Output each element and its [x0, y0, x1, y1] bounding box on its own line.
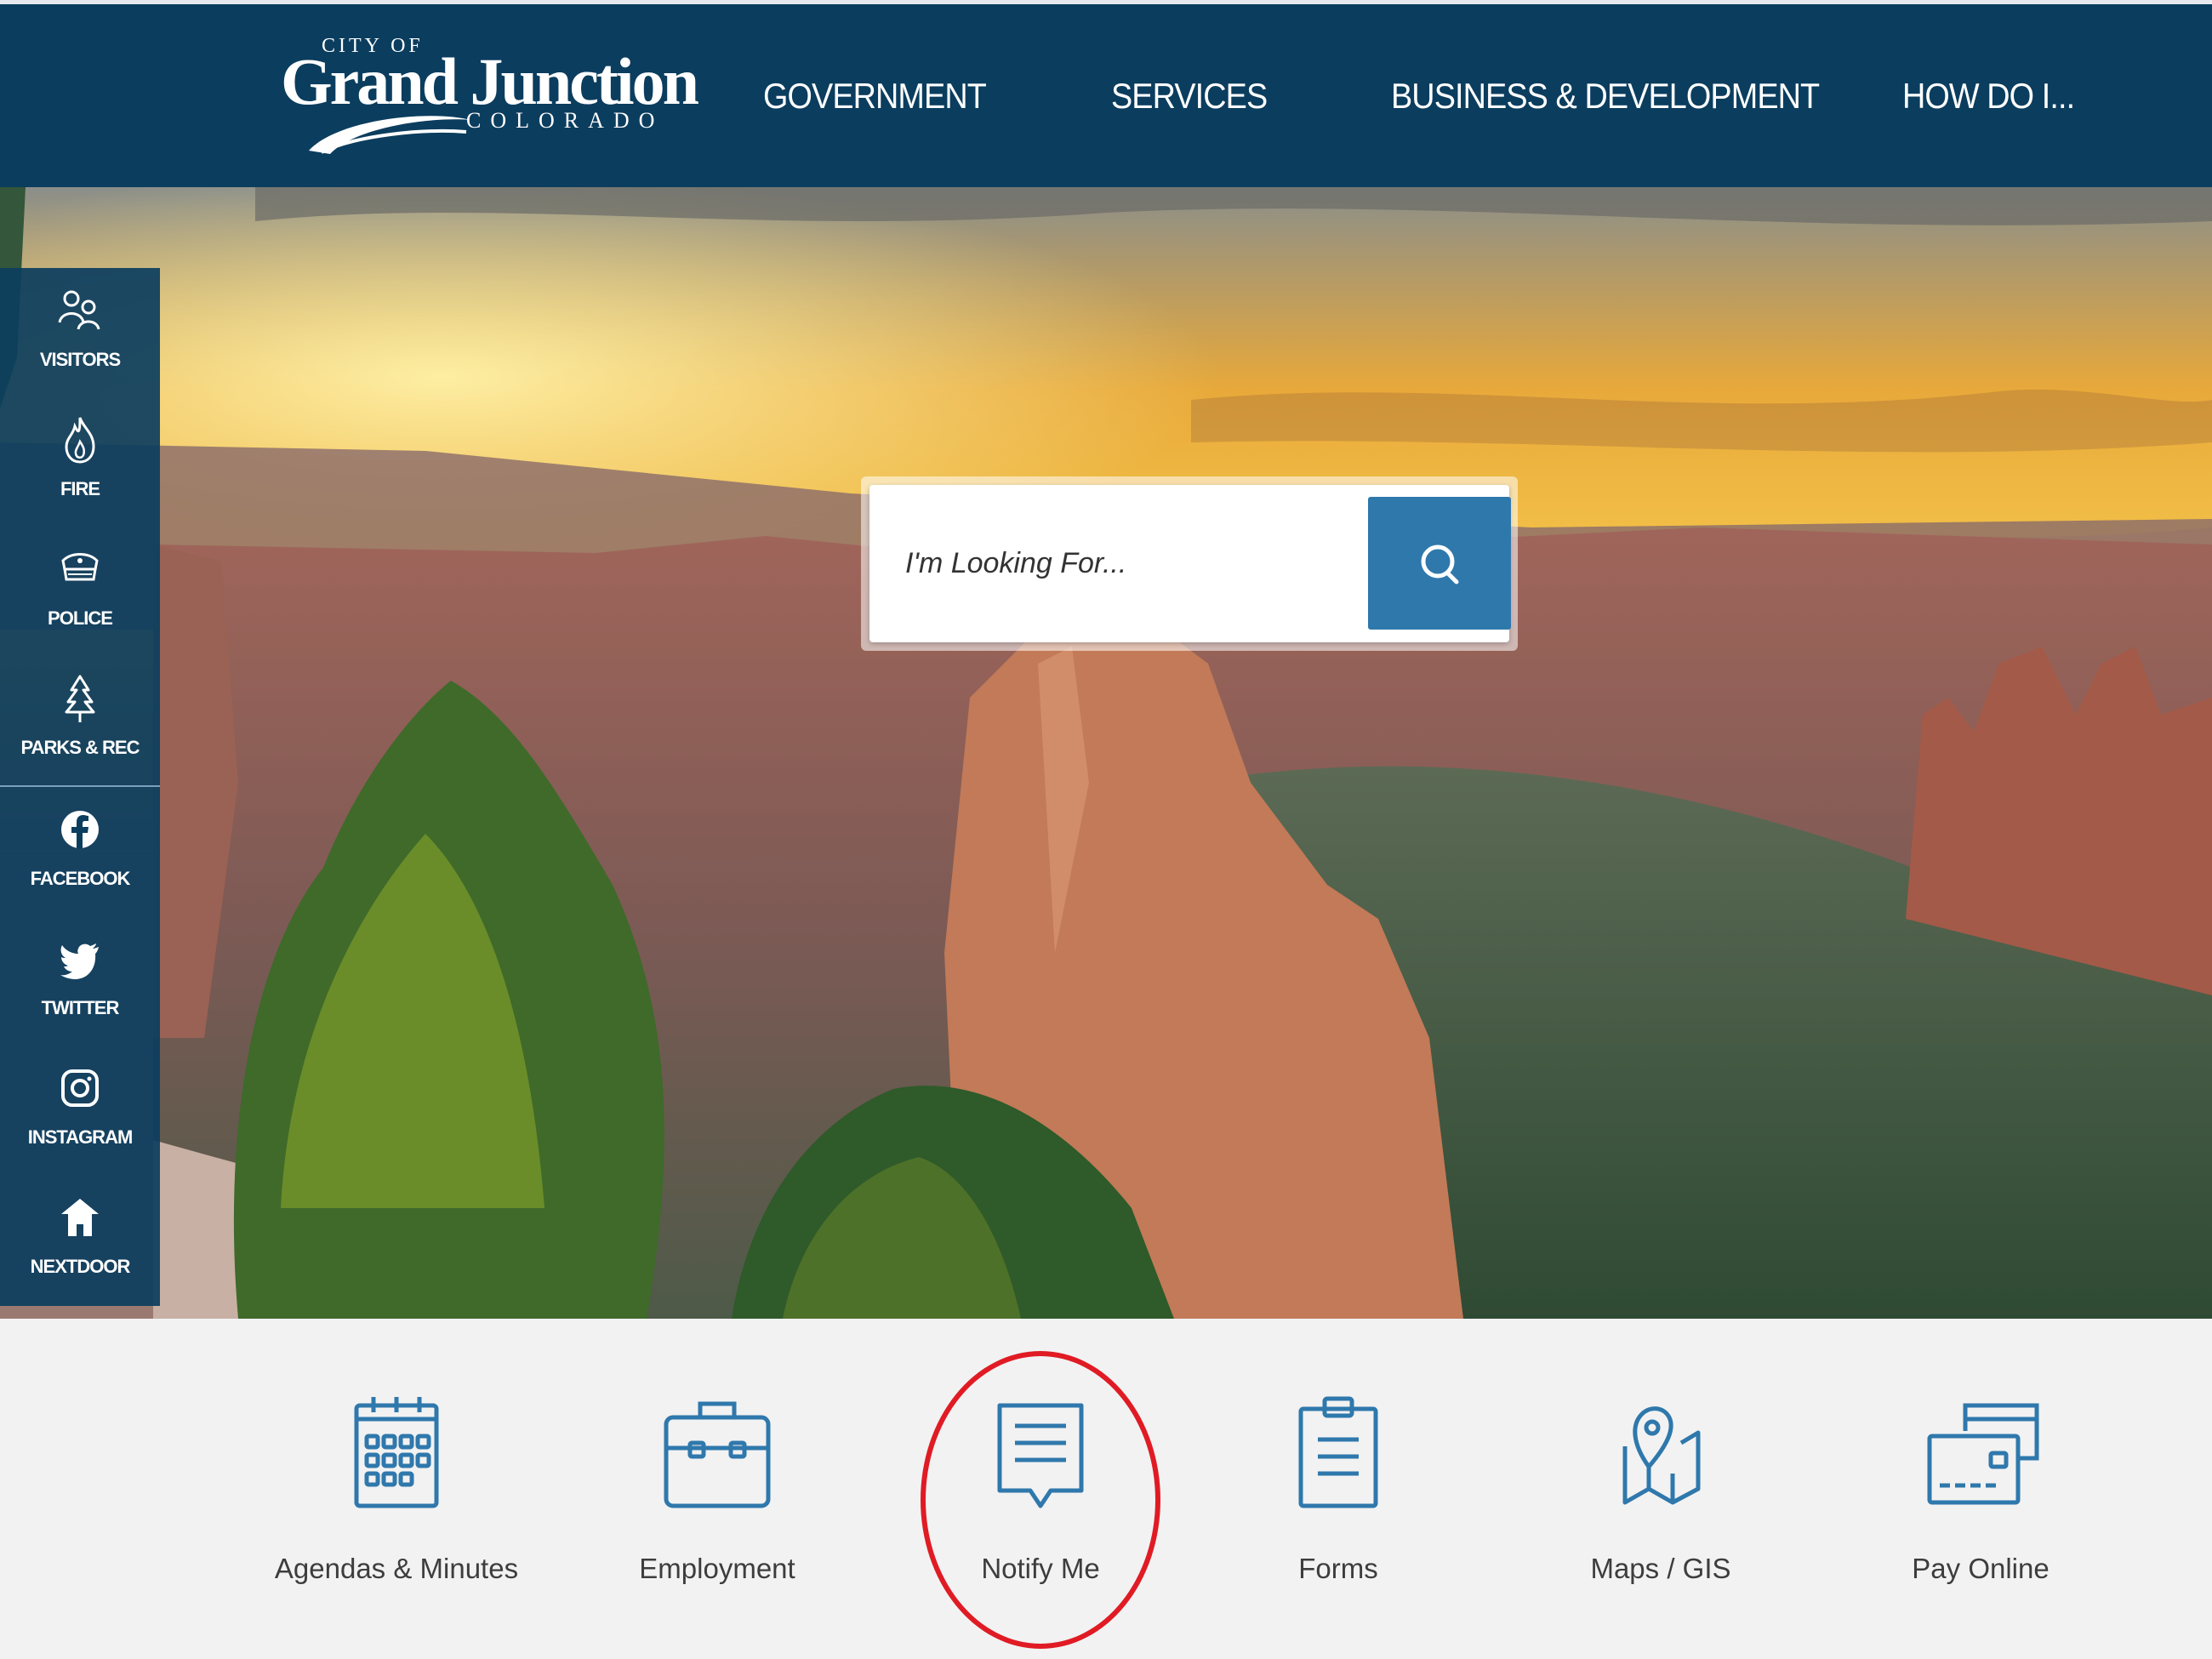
credit-card-icon: [1927, 1403, 2039, 1505]
sidebar-item-label: INSTAGRAM: [27, 1126, 134, 1148]
map-pin-icon: [1622, 1406, 1701, 1505]
quick-link-employment[interactable]: Employment: [581, 1319, 853, 1659]
quick-link-label: Agendas & Minutes: [274, 1553, 519, 1584]
briefcase-icon: [664, 1401, 771, 1508]
sidebar-quick-access: VISITORS FIRE POLICE PARKS & REC FACEBOO…: [0, 268, 160, 1306]
sidebar-item-label: NEXTDOOR: [30, 1256, 131, 1277]
quick-link-label: Employment: [639, 1553, 795, 1584]
tree-icon: [65, 675, 95, 722]
search-button[interactable]: [1368, 497, 1511, 630]
sidebar-item-parks-rec[interactable]: PARKS & REC: [0, 656, 160, 785]
sidebar-item-label: TWITTER: [41, 997, 120, 1018]
sidebar-item-twitter[interactable]: TWITTER: [0, 916, 160, 1046]
sidebar-item-label: FACEBOOK: [30, 868, 131, 889]
visitors-icon: [58, 290, 100, 330]
search-input[interactable]: [869, 485, 1363, 642]
message-icon: [997, 1403, 1084, 1508]
quick-link-pay-online[interactable]: Pay Online: [1844, 1319, 2117, 1659]
sidebar-item-police[interactable]: POLICE: [0, 527, 160, 656]
quick-link-forms[interactable]: Forms: [1202, 1319, 1474, 1659]
sidebar-item-facebook[interactable]: FACEBOOK: [0, 787, 160, 916]
instagram-icon: [61, 1069, 99, 1107]
quick-link-notify-me[interactable]: Notify Me: [904, 1319, 1177, 1659]
site-header: CITY OF Grand Junction COLORADO: [0, 4, 2212, 187]
search-icon: [1421, 544, 1459, 584]
sidebar-item-label: FIRE: [60, 478, 100, 499]
twitter-icon: [60, 944, 99, 979]
nav-services[interactable]: SERVICES: [1111, 4, 1268, 187]
nav-business-development[interactable]: BUSINESS & DEVELOPMENT: [1391, 4, 1820, 187]
sidebar-item-instagram[interactable]: INSTAGRAM: [0, 1046, 160, 1175]
search-panel: [861, 476, 1518, 651]
flame-icon: [65, 417, 95, 464]
city-logo[interactable]: CITY OF Grand Junction COLORADO: [281, 31, 699, 168]
logo-swoosh-icon: [309, 116, 470, 154]
quick-link-agendas-minutes[interactable]: Agendas & Minutes: [260, 1319, 533, 1659]
sidebar-item-label: VISITORS: [39, 349, 121, 370]
clipboard-icon: [1298, 1396, 1378, 1508]
quick-link-label: Forms: [1298, 1553, 1378, 1584]
nextdoor-icon: [61, 1199, 99, 1236]
sidebar-item-nextdoor[interactable]: NEXTDOOR: [0, 1175, 160, 1304]
nav-how-do-i[interactable]: HOW DO I...: [1902, 4, 2075, 187]
quick-link-label: Pay Online: [1912, 1553, 2050, 1584]
sidebar-item-visitors[interactable]: VISITORS: [0, 268, 160, 397]
calendar-icon: [354, 1397, 439, 1508]
hero-landscape-image: [0, 187, 2212, 1319]
sidebar-item-label: POLICE: [48, 607, 113, 629]
search-box: [869, 485, 1511, 642]
hero-banner: [0, 187, 2212, 1319]
facebook-icon: [61, 811, 99, 848]
police-badge-icon: [61, 553, 99, 581]
sidebar-item-fire[interactable]: FIRE: [0, 397, 160, 527]
nav-government[interactable]: GOVERNMENT: [763, 4, 987, 187]
quick-links-bar: Agendas & Minutes Employment Notify Me F…: [0, 1319, 2212, 1659]
logo-state: COLORADO: [466, 108, 664, 133]
quick-link-label: Maps / GIS: [1590, 1553, 1731, 1584]
quick-link-maps-gis[interactable]: Maps / GIS: [1525, 1319, 1797, 1659]
sidebar-item-label: PARKS & REC: [20, 737, 140, 758]
quick-link-label: Notify Me: [981, 1553, 1100, 1584]
